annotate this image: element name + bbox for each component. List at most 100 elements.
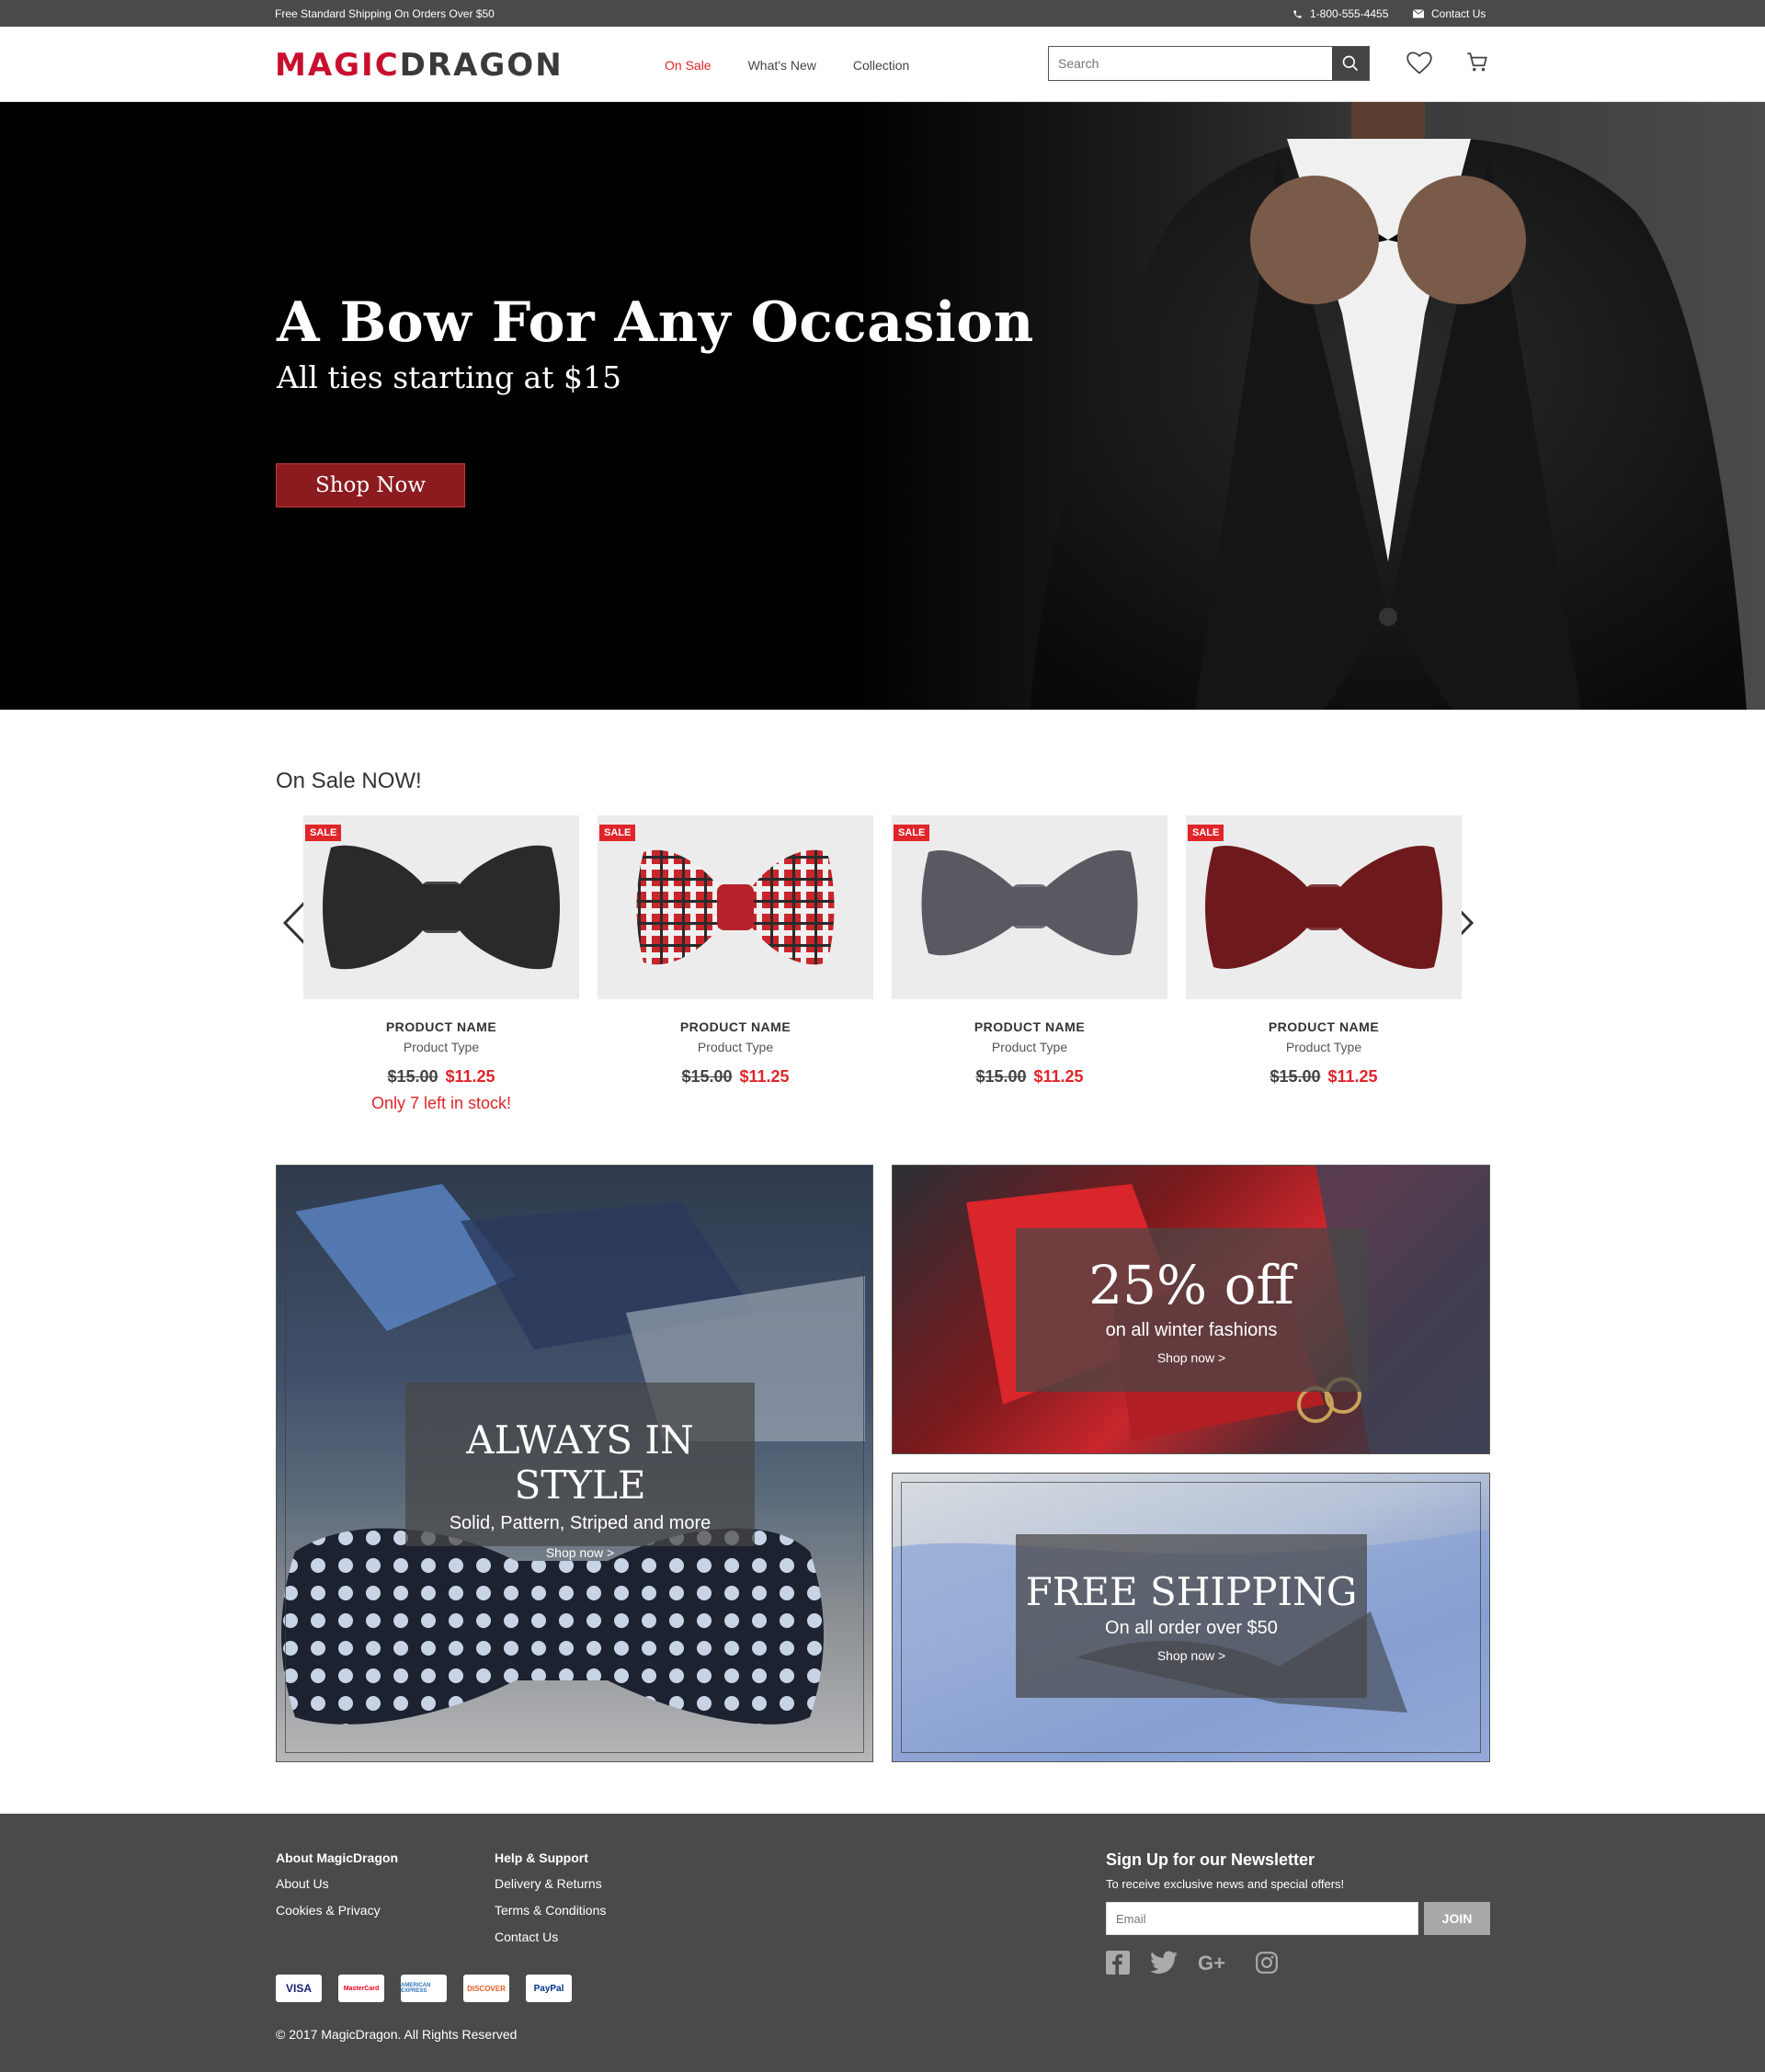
phone-link[interactable]: 1-800-555-4455 — [1292, 7, 1388, 20]
product-price: $15.00 $11.25 — [598, 1067, 873, 1087]
sale-price: $11.25 — [1327, 1067, 1378, 1086]
product-type: Product Type — [697, 1040, 774, 1054]
logo-part-dragon: DRAGON — [399, 47, 564, 84]
hero-banner: A Bow For Any Occasion All ties starting… — [0, 102, 1765, 710]
phone-number: 1-800-555-4455 — [1310, 7, 1389, 20]
facebook-icon[interactable] — [1106, 1951, 1130, 1975]
promo-tile-free-shipping[interactable]: FREE SHIPPING On all order over $50 Shop… — [892, 1473, 1490, 1762]
sale-price: $11.25 — [445, 1067, 495, 1086]
nav-item-whats-new[interactable]: What's New — [748, 58, 816, 73]
footer-link-delivery[interactable]: Delivery & Returns — [495, 1876, 606, 1891]
visa-card-icon: VISA — [276, 1975, 322, 2002]
product-name[interactable]: PRODUCT NAME — [1186, 1019, 1462, 1034]
amex-icon: AMERICAN EXPRESS — [401, 1975, 447, 2002]
payment-methods: VISA MasterCard AMERICAN EXPRESS DISCOVE… — [276, 1975, 572, 2002]
newsletter: Sign Up for our Newsletter To receive ex… — [1106, 1850, 1490, 1935]
product-image[interactable]: SALE — [598, 815, 873, 999]
shop-now-button[interactable]: Shop Now — [276, 463, 465, 507]
footer-link-contact[interactable]: Contact Us — [495, 1930, 606, 1944]
instagram-icon[interactable] — [1255, 1951, 1279, 1975]
shop-now-link[interactable]: Shop now > — [405, 1545, 755, 1560]
promo-tile-discount[interactable]: 25% off on all winter fashions Shop now … — [892, 1165, 1490, 1454]
newsletter-form: JOIN — [1106, 1902, 1490, 1935]
search-button[interactable] — [1332, 47, 1369, 80]
social-links: G+ — [1106, 1951, 1279, 1975]
original-price: $15.00 — [681, 1067, 733, 1086]
bowtie-image — [1205, 846, 1442, 969]
nav-item-collection[interactable]: Collection — [853, 58, 909, 73]
top-bar: Free Standard Shipping On Orders Over $5… — [0, 0, 1765, 27]
product-image[interactable]: SALE — [892, 815, 1167, 999]
promo-overlay: FREE SHIPPING On all order over $50 Shop… — [1016, 1534, 1367, 1698]
shop-now-link[interactable]: Shop now > — [1016, 1648, 1367, 1663]
search-icon — [1342, 55, 1359, 72]
mail-icon — [1413, 9, 1424, 18]
footer-help: Help & Support Delivery & Returns Terms … — [495, 1850, 606, 1956]
cart-icon — [1467, 52, 1487, 72]
search-input[interactable] — [1049, 47, 1332, 80]
footer-link-about-us[interactable]: About Us — [276, 1876, 398, 1891]
hero-title: A Bow For Any Occasion — [277, 290, 1034, 355]
cart-button[interactable] — [1465, 51, 1489, 79]
product-price: $15.00 $11.25 — [1186, 1067, 1462, 1087]
promo-subtitle: On all order over $50 — [1105, 1618, 1278, 1638]
email-field[interactable] — [1106, 1902, 1418, 1935]
stock-notice: Only 7 left in stock! — [370, 1094, 512, 1112]
bowtie-image — [323, 845, 560, 970]
svg-text:G+: G+ — [1198, 1952, 1225, 1975]
product-name[interactable]: PRODUCT NAME — [303, 1019, 579, 1034]
hero-photo — [1030, 102, 1747, 710]
page: Free Standard Shipping On Orders Over $5… — [0, 0, 1765, 2072]
promo-title: ALWAYS IN STYLE — [466, 1417, 694, 1508]
google-plus-icon[interactable]: G+ — [1198, 1951, 1235, 1975]
footer-about: About MagicDragon About Us Cookies & Pri… — [276, 1850, 398, 1930]
on-sale-heading: On Sale NOW! — [276, 768, 422, 793]
newsletter-heading: Sign Up for our Newsletter — [1106, 1850, 1315, 1869]
promo-title: 25% off — [1088, 1254, 1294, 1316]
product-type: Product Type — [403, 1040, 480, 1054]
footer-link-terms[interactable]: Terms & Conditions — [495, 1903, 606, 1918]
shipping-notice: Free Standard Shipping On Orders Over $5… — [275, 7, 495, 20]
wishlist-button[interactable] — [1406, 51, 1432, 80]
footer-link-cookies[interactable]: Cookies & Privacy — [276, 1903, 398, 1918]
contact-label: Contact Us — [1431, 7, 1486, 20]
product-price: $15.00 $11.25 — [303, 1067, 579, 1087]
promo-overlay: ALWAYS IN STYLE Solid, Pattern, Striped … — [405, 1383, 755, 1560]
heart-icon — [1406, 51, 1432, 74]
product-card[interactable]: SALE PRODUCT NAME Product Type $15.00 $11… — [598, 815, 873, 1087]
product-type: Product Type — [991, 1040, 1068, 1054]
promo-subtitle: on all winter fashions — [1105, 1320, 1278, 1340]
logo-part-magic: MAGIC — [275, 47, 400, 84]
join-button[interactable]: JOIN — [1424, 1902, 1490, 1935]
promo-title: FREE SHIPPING — [1025, 1569, 1358, 1614]
main-nav: On Sale What's New Collection — [665, 58, 909, 73]
product-name[interactable]: PRODUCT NAME — [892, 1019, 1167, 1034]
product-name[interactable]: PRODUCT NAME — [598, 1019, 873, 1034]
promo-subtitle: Solid, Pattern, Striped and more — [449, 1513, 712, 1533]
logo[interactable]: MAGICDRAGON — [275, 47, 564, 84]
sale-price: $11.25 — [1033, 1067, 1084, 1086]
paypal-icon: PayPal — [526, 1975, 572, 2002]
product-card[interactable]: SALE PRODUCT NAME Product Type $15.00 $11… — [892, 815, 1167, 1087]
original-price: $15.00 — [387, 1067, 438, 1086]
discover-icon: DISCOVER — [463, 1975, 509, 2002]
bowtie-image — [636, 849, 835, 965]
product-type: Product Type — [1285, 1040, 1362, 1054]
contact-link[interactable]: Contact Us — [1413, 7, 1486, 20]
footer-heading: About MagicDragon — [276, 1850, 398, 1865]
newsletter-desc: To receive exclusive news and special of… — [1106, 1877, 1345, 1891]
promo-tile-always-in-style[interactable]: ALWAYS IN STYLE Solid, Pattern, Striped … — [276, 1165, 873, 1762]
product-card[interactable]: SALE PRODUCT NAME Product Type $15.00 $11… — [1186, 815, 1462, 1087]
shop-now-link[interactable]: Shop now > — [1016, 1350, 1367, 1365]
bowtie-image — [921, 850, 1138, 956]
footer-heading: Help & Support — [495, 1850, 588, 1865]
site-footer: About MagicDragon About Us Cookies & Pri… — [0, 1814, 1765, 2072]
product-card[interactable]: SALE PRODUCT NAME Product Type $15.00 $11… — [303, 815, 579, 1113]
product-price: $15.00 $11.25 — [892, 1067, 1167, 1087]
nav-item-on-sale[interactable]: On Sale — [665, 58, 712, 73]
copyright: © 2017 MagicDragon. All Rights Reserved — [276, 2027, 518, 2042]
product-image[interactable]: SALE — [303, 815, 579, 999]
product-image[interactable]: SALE — [1186, 815, 1462, 999]
promo-overlay: 25% off on all winter fashions Shop now … — [1016, 1228, 1367, 1392]
twitter-icon[interactable] — [1150, 1951, 1178, 1975]
